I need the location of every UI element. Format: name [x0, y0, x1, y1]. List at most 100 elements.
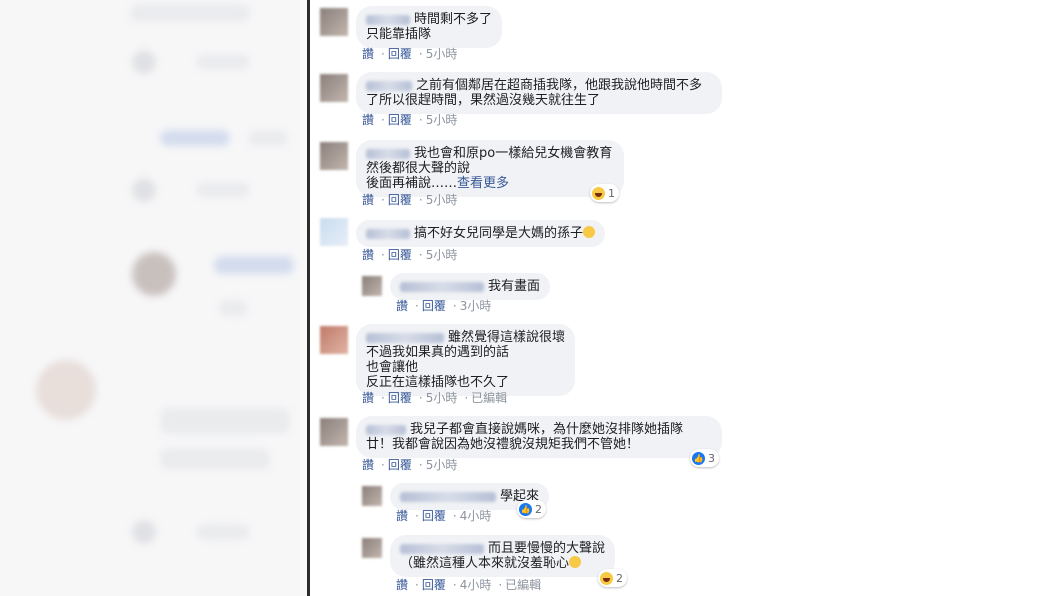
comment-bubble: 之前有個鄰居在超商插我隊，他跟我說他時間不多 了所以很趕時間，果然過沒幾天就往生… — [356, 72, 722, 114]
like-link[interactable]: 讚 — [362, 193, 374, 207]
blurred-text — [196, 524, 250, 540]
reaction-badge[interactable]: 👍 2 — [517, 500, 546, 518]
comment-bubble: 搞不好女兒同學是大媽的孫子 — [356, 220, 606, 247]
reaction-badge[interactable]: 2 — [598, 569, 627, 587]
comment-text: 不過我如果真的遇到的話 也會讓他 反正在這樣插隊也不久了 — [366, 345, 510, 390]
avatar[interactable] — [320, 8, 348, 36]
like-link[interactable]: 讚 — [362, 113, 374, 127]
author-name[interactable] — [366, 228, 410, 239]
timestamp[interactable]: 3小時 — [460, 299, 492, 313]
comment-bubble: 我兒子都會直接說媽咪，為什麼她沒排隊她插隊 廿！我都會說因為她沒禮貌沒規矩我們不… — [356, 416, 722, 458]
comment-bubble: 我也會和原po一樣給兒女機會教育 然後都很大聲的說 後面再補說……查看更多 — [356, 140, 624, 197]
timestamp[interactable]: 4小時 — [460, 578, 492, 592]
avatar[interactable] — [320, 218, 348, 246]
reply-link[interactable]: 回覆 — [422, 578, 446, 592]
comment-text: （雖然這種人本來就沒羞恥心 — [400, 556, 570, 571]
like-link[interactable]: 讚 — [396, 509, 408, 523]
reaction-count: 1 — [608, 186, 615, 200]
comment-text: 了所以很趕時間，果然過沒幾天就往生了 — [366, 93, 601, 108]
comment-actions: 讚 · 回覆 · 3小時 — [396, 299, 492, 313]
like-link[interactable]: 讚 — [396, 299, 408, 313]
reaction-badge[interactable]: 👍 3 — [690, 449, 719, 467]
author-name[interactable] — [400, 281, 484, 292]
comment-text: 我兒子都會直接說媽咪，為什麼她沒排隊她插隊 — [410, 422, 684, 437]
timestamp[interactable]: 5小時 — [426, 458, 458, 472]
comment-bubble: 我有畫面 — [390, 273, 551, 300]
comment-text: 然後都很大聲的說 後面再補說…… — [366, 161, 471, 191]
timestamp[interactable]: 5小時 — [426, 47, 458, 61]
avatar[interactable] — [320, 326, 348, 354]
reaction-count: 3 — [708, 451, 715, 465]
blurred-avatar — [36, 360, 96, 420]
blurred-text — [160, 408, 290, 434]
reply-link[interactable]: 回覆 — [388, 113, 412, 127]
comment-actions: 讚 · 回覆 · 5小時 · 已編輯 — [362, 391, 508, 405]
timestamp[interactable]: 5小時 — [426, 193, 458, 207]
reply-link[interactable]: 回覆 — [388, 47, 412, 61]
reply-link[interactable]: 回覆 — [422, 299, 446, 313]
author-name[interactable] — [366, 80, 412, 91]
author-name[interactable] — [400, 543, 484, 554]
blurred-icon — [132, 520, 156, 544]
like-link[interactable]: 讚 — [396, 578, 408, 592]
reply-link[interactable]: 回覆 — [388, 458, 412, 472]
reply-link[interactable]: 回覆 — [388, 391, 412, 405]
reaction-badge[interactable]: 1 — [590, 184, 619, 202]
blurred-text — [130, 4, 250, 22]
edited-label[interactable]: 已編輯 — [471, 391, 507, 405]
avatar[interactable] — [320, 74, 348, 102]
author-name[interactable] — [366, 148, 410, 159]
sweat-smile-emoji-icon — [569, 556, 582, 568]
avatar[interactable] — [362, 276, 382, 296]
like-link[interactable]: 讚 — [362, 248, 374, 262]
reaction-count: 2 — [535, 502, 542, 516]
like-link[interactable]: 讚 — [362, 391, 374, 405]
comment-bubble: 雖然覺得這樣說很壞 不過我如果真的遇到的話 也會讓他 反正在這樣插隊也不久了 — [356, 324, 576, 396]
haha-icon — [600, 571, 613, 585]
avatar[interactable] — [362, 538, 382, 558]
blurred-text — [248, 130, 288, 146]
avatar[interactable] — [362, 486, 382, 506]
timestamp[interactable]: 5小時 — [426, 391, 458, 405]
blurred-right-panel — [860, 0, 1060, 596]
edited-label[interactable]: 已編輯 — [505, 578, 541, 592]
comment-text: 而且要慢慢的大聲說 — [488, 541, 606, 556]
comment-text: 之前有個鄰居在超商插我隊，他跟我說他時間不多 — [416, 78, 703, 93]
author-name[interactable] — [366, 424, 406, 435]
comment-actions: 讚 · 回覆 · 5小時 — [362, 193, 458, 207]
timestamp[interactable]: 4小時 — [460, 509, 492, 523]
comment-actions: 讚 · 回覆 · 4小時 · 已編輯 — [396, 578, 542, 592]
blurred-left-panel — [0, 0, 310, 596]
blurred-text — [160, 448, 270, 470]
comment-bubble: 而且要慢慢的大聲說 （雖然這種人本來就沒羞恥心 — [390, 535, 616, 577]
like-icon: 👍 — [519, 502, 532, 516]
see-more-link[interactable]: 查看更多 — [457, 176, 509, 191]
timestamp[interactable]: 5小時 — [426, 248, 458, 262]
like-link[interactable]: 讚 — [362, 458, 374, 472]
author-name[interactable] — [366, 14, 410, 25]
comment-thread: 時間剩不多了 只能靠插隊 讚 · 回覆 · 5小時 之前有個鄰居在超商插我隊，他跟我說他… — [310, 0, 860, 596]
blurred-text — [196, 54, 250, 70]
author-name[interactable] — [366, 332, 444, 343]
author-name[interactable] — [400, 491, 496, 502]
comment-text: 搞不好女兒同學是大媽的孫子 — [414, 226, 584, 241]
blurred-avatar — [132, 252, 176, 296]
comment-actions: 讚 · 回覆 · 4小時 — [396, 509, 492, 523]
avatar[interactable] — [320, 418, 348, 446]
like-link[interactable]: 讚 — [362, 47, 374, 61]
reply-link[interactable]: 回覆 — [388, 248, 412, 262]
avatar[interactable] — [320, 142, 348, 170]
comment-text: 只能靠插隊 — [366, 27, 432, 42]
comment-text: 時間剩不多了 — [414, 12, 493, 27]
blurred-text — [196, 182, 250, 198]
reply-link[interactable]: 回覆 — [422, 509, 446, 523]
timestamp[interactable]: 5小時 — [426, 113, 458, 127]
comment-actions: 讚 · 回覆 · 5小時 — [362, 47, 458, 61]
comment-actions: 讚 · 回覆 · 5小時 — [362, 458, 458, 472]
reply-link[interactable]: 回覆 — [388, 193, 412, 207]
smile-emoji-icon — [583, 226, 596, 238]
comment-text: 雖然覺得這樣說很壞 — [448, 330, 566, 345]
blurred-icon — [132, 178, 156, 202]
blurred-link — [214, 256, 294, 274]
like-icon: 👍 — [692, 451, 705, 465]
